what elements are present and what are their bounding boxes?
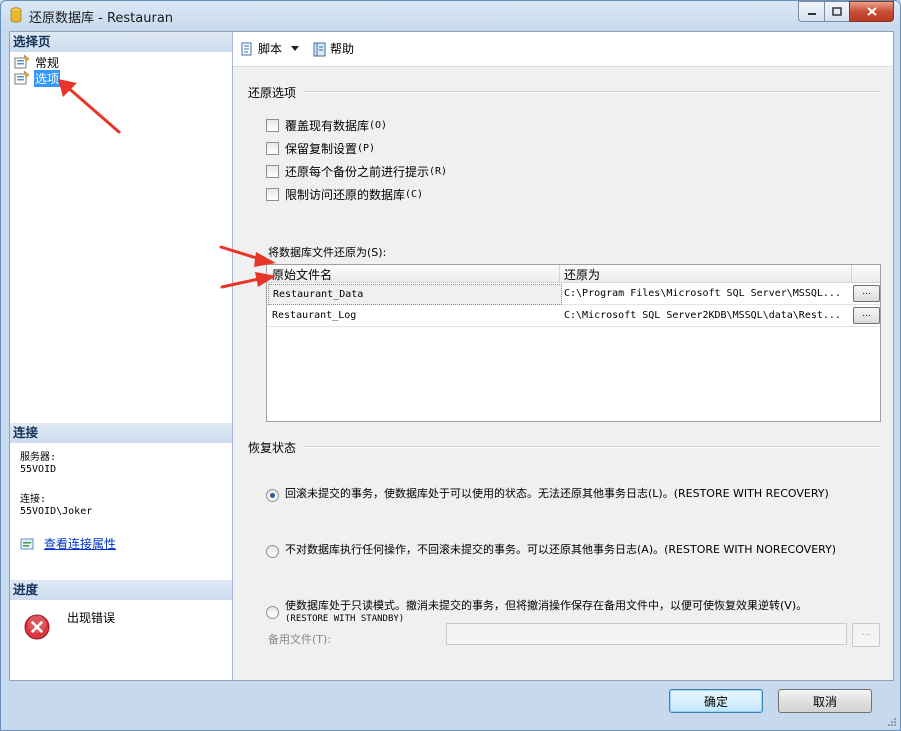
page-icon [14,55,30,69]
server-value: 55VOID [20,464,57,475]
restore-as-cell[interactable]: C:\Microsoft SQL Server2KDB\MSSQL\data\R… [564,306,848,325]
chevron-down-icon[interactable] [291,46,300,51]
restrict-access-label: 限制访问还原的数据库 [285,188,406,202]
grid-header: 原始文件名 还原为 [267,265,880,283]
help-button[interactable]: 帮助 [312,40,354,57]
page-icon [14,71,30,85]
properties-icon [20,538,34,549]
progress-header: 进度 [10,580,232,600]
close-icon [866,7,877,16]
window-title: 还原数据库 - Restauran [29,11,174,26]
prompt-before-restore-checkbox[interactable]: 还原每个备份之前进行提示 (R) [266,163,447,180]
script-label: 脚本 [258,42,283,56]
minimize-icon [807,12,816,15]
overwrite-checkbox[interactable]: 覆盖现有数据库 (O) [266,117,387,134]
prompt-before-restore-shortcut: (R) [429,166,448,177]
minimize-button[interactable] [798,1,824,22]
select-page-header: 选择页 [10,32,232,52]
left-pane: 选择页 常规 选项 连接 服务器: 55VOID 连接: 55VOID\Joke… [10,32,233,680]
restrict-access-shortcut: (C) [405,189,424,200]
standby-browse-button[interactable]: ... [852,623,880,647]
checkbox-box[interactable] [266,165,279,178]
checkbox-box[interactable] [266,142,279,155]
table-row[interactable]: Restaurant_Log C:\Microsoft SQL Server2K… [267,305,880,327]
standby-text-line2: (RESTORE WITH STANDBY) [285,614,405,624]
group-divider [304,446,881,448]
options-panel: 还原选项 覆盖现有数据库 (O) 保留复制设置 (P) 还原每个备份之前进行提示… [233,67,893,680]
browse-button[interactable]: ... [853,285,880,302]
resize-grip-icon[interactable] [887,717,897,727]
browse-button[interactable]: ... [853,307,880,324]
connection-header: 连接 [10,423,232,443]
overwrite-shortcut: (O) [369,120,388,131]
original-file-cell[interactable]: Restaurant_Log [272,306,557,325]
preserve-replication-shortcut: (P) [357,143,376,154]
overwrite-label: 覆盖现有数据库 [285,119,370,133]
title-bar[interactable]: 还原数据库 - Restauran [1,1,900,29]
script-icon [241,42,252,55]
restore-as-cell[interactable]: C:\Program Files\Microsoft SQL Server\MS… [564,284,848,303]
connection-label: 连接: [20,494,47,505]
nav-label-general: 常规 [35,55,60,70]
restrict-access-checkbox[interactable]: 限制访问还原的数据库 (C) [266,186,423,203]
toolbar: 脚本 帮助 [233,32,893,67]
nav-label-options: 选项 [34,69,61,87]
right-pane: 脚本 帮助 还原选项 覆盖现有数据库 (O) 保留复制设置 (P) 还原每个备份… [233,32,893,680]
recovery-state-title: 恢复状态 [248,441,297,455]
close-button[interactable] [849,1,894,22]
table-row[interactable]: Restaurant_Data C:\Program Files\Microso… [267,283,880,305]
cancel-button[interactable]: 取消 [778,689,872,713]
recovery-option-recovery[interactable]: 回滚未提交的事务，使数据库处于可以使用的状态。无法还原其他事务日志(L)。(RE… [266,488,829,502]
prompt-before-restore-label: 还原每个备份之前进行提示 [285,165,430,179]
standby-file-label: 备用文件(T): [268,633,332,646]
restore-options-title: 还原选项 [248,86,297,100]
connection-value: 55VOID\Joker [20,506,93,517]
dialog-client-area: 选择页 常规 选项 连接 服务器: 55VOID 连接: 55VOID\Joke… [9,31,894,681]
ok-button[interactable]: 确定 [669,689,763,713]
nav-item-general[interactable]: 常规 [14,54,60,70]
standby-file-input[interactable] [446,623,847,645]
checkbox-box[interactable] [266,119,279,132]
nav-item-options[interactable]: 选项 [14,69,61,87]
database-icon [10,7,22,23]
checkbox-box[interactable] [266,188,279,201]
recovery-option-norecovery[interactable]: 不对数据库执行任何操作，不回滚未提交的事务。可以还原其他事务日志(A)。(RES… [266,544,836,558]
maximize-button[interactable] [824,1,849,22]
original-file-cell[interactable]: Restaurant_Data [268,284,562,305]
maximize-icon [832,7,842,16]
recovery-option-standby-label: 使数据库处于只读模式。撤消未提交的事务，但将撤消操作保存在备用文件中，以便可使恢… [285,600,807,625]
recovery-option-norecovery-label: 不对数据库执行任何操作，不回滚未提交的事务。可以还原其他事务日志(A)。(RES… [285,543,837,556]
help-icon [313,42,326,56]
restore-files-label: 将数据库文件还原为(S): [268,246,387,259]
column-restore-as[interactable]: 还原为 [564,266,600,283]
error-icon [24,614,50,640]
recovery-option-recovery-label: 回滚未提交的事务，使数据库处于可以使用的状态。无法还原其他事务日志(L)。(RE… [285,487,829,500]
help-label: 帮助 [330,42,355,56]
server-label: 服务器: [20,452,57,463]
group-divider [304,91,881,93]
preserve-replication-label: 保留复制设置 [285,142,358,156]
restore-database-window: 还原数据库 - Restauran 选择页 常规 选项 连接 服务器: 55VO… [0,0,901,731]
view-connection-properties-label: 查看连接属性 [44,537,117,551]
progress-status: 出现错误 [67,611,116,625]
recovery-option-standby[interactable]: 使数据库处于只读模式。撤消未提交的事务，但将撤消操作保存在备用文件中，以便可使恢… [266,600,807,625]
standby-text-line1: 使数据库处于只读模式。撤消未提交的事务，但将撤消操作保存在备用文件中，以便可使恢… [285,599,808,612]
radio-button[interactable] [266,489,279,502]
radio-button[interactable] [266,606,279,619]
radio-button[interactable] [266,545,279,558]
view-connection-properties-link[interactable]: 查看连接属性 [20,535,116,552]
column-original-file[interactable]: 原始文件名 [272,266,332,283]
script-button[interactable]: 脚本 [239,40,300,57]
preserve-replication-checkbox[interactable]: 保留复制设置 (P) [266,140,375,157]
restore-files-grid[interactable]: 原始文件名 还原为 Restaurant_Data C:\Program Fil… [266,264,881,422]
